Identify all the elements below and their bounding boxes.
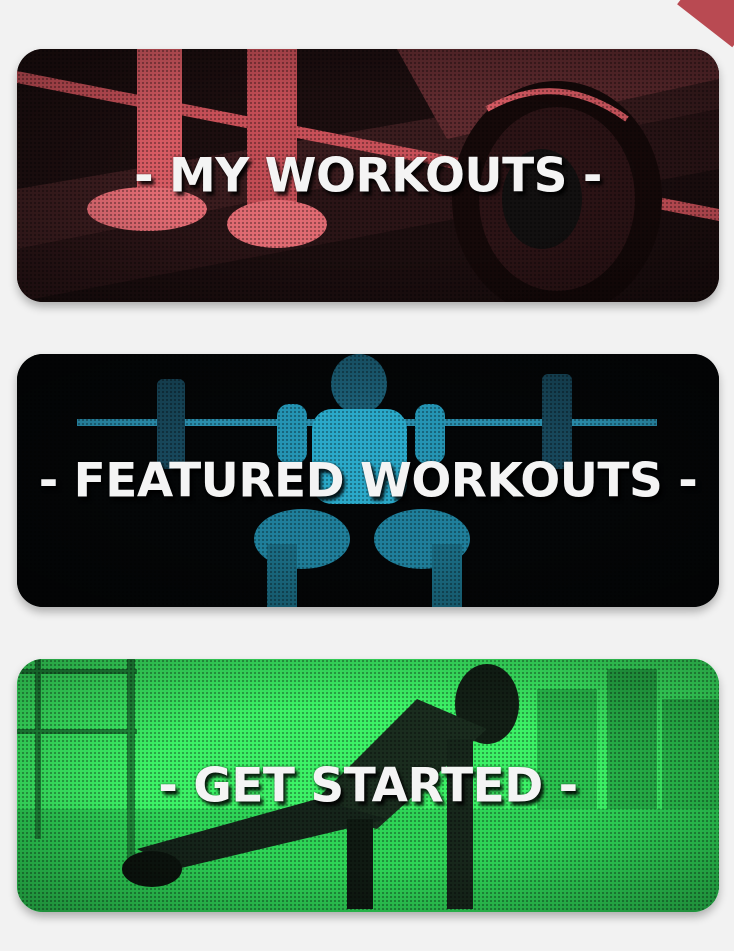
featured-workouts-card[interactable]: - FEATURED WORKOUTS - <box>17 354 719 607</box>
workout-menu-page: - MY WORKOUTS - - FEATURED WORKOUTS - - … <box>0 0 734 951</box>
get-started-card[interactable]: - GET STARTED - <box>17 659 719 912</box>
get-started-label: - GET STARTED - <box>158 758 578 813</box>
corner-ribbon <box>677 0 734 48</box>
my-workouts-label: - MY WORKOUTS - <box>134 148 602 203</box>
my-workouts-card[interactable]: - MY WORKOUTS - <box>17 49 719 302</box>
featured-workouts-label: - FEATURED WORKOUTS - <box>38 453 698 508</box>
